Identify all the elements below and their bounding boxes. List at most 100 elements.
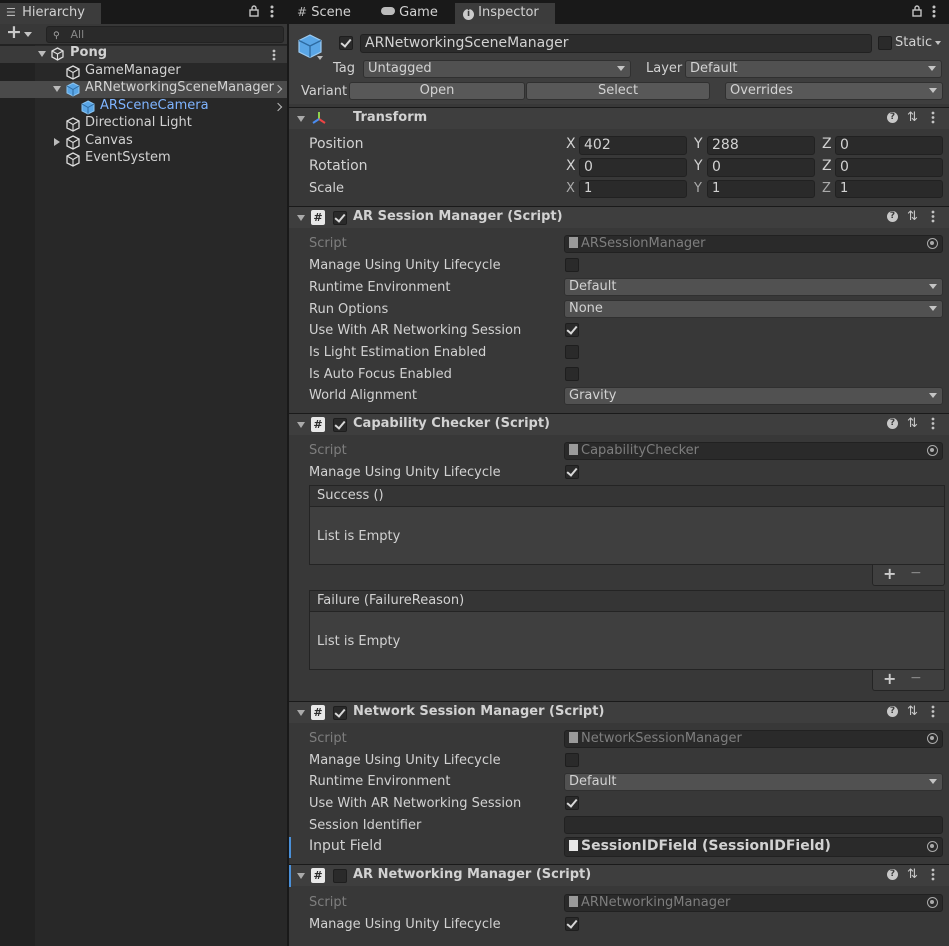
script-object-field[interactable]: ARNetworkingManager	[564, 894, 943, 912]
hierarchy-item-directional-light[interactable]: Directional Light	[0, 115, 287, 133]
collapse-arrow-icon[interactable]	[297, 215, 305, 221]
scene-kebab-icon[interactable]	[272, 49, 276, 65]
icon-dropdown-arrow-icon[interactable]	[317, 56, 323, 60]
runtime-dropdown[interactable]: Default	[564, 278, 943, 296]
object-picker-icon[interactable]	[927, 445, 938, 456]
component-kebab-icon[interactable]	[931, 417, 935, 434]
hierarchy-search-input[interactable]: ⚲ All	[46, 26, 284, 43]
scene-row[interactable]: Pong	[0, 45, 287, 65]
hierarchy-item-eventsystem[interactable]: EventSystem	[0, 150, 287, 168]
axis-z-label[interactable]: Z	[822, 136, 832, 152]
create-dropdown-button[interactable]: +	[6, 21, 36, 43]
overrides-dropdown[interactable]: Overrides	[725, 82, 943, 100]
axis-y-label[interactable]: Y	[694, 181, 702, 196]
collapse-arrow-icon[interactable]	[297, 873, 305, 879]
chevron-right-icon[interactable]	[273, 102, 283, 112]
world-alignment-dropdown[interactable]: Gravity	[564, 387, 943, 405]
collapse-arrow-icon[interactable]	[297, 710, 305, 716]
component-enabled-checkbox[interactable]	[333, 418, 347, 432]
tab-scene[interactable]: # Scene	[289, 3, 367, 24]
use-with-checkbox[interactable]	[565, 323, 579, 337]
select-prefab-button[interactable]: Select	[526, 82, 710, 100]
input-field-object[interactable]: SessionIDField (SessionIDField)	[564, 837, 943, 857]
capability-checker-header[interactable]: # Capability Checker (Script) ? ⇅	[289, 413, 949, 435]
script-object-field[interactable]: CapabilityChecker	[564, 442, 943, 460]
kebab-menu-icon[interactable]	[932, 5, 936, 22]
remove-element-button[interactable]: −	[910, 565, 922, 581]
position-y-field[interactable]: 288	[707, 136, 815, 155]
rotation-y-field[interactable]: 0	[707, 158, 815, 177]
preset-sliders-icon[interactable]: ⇅	[907, 416, 918, 431]
collapsed-arrow-icon[interactable]	[54, 138, 60, 146]
add-element-button[interactable]: +	[883, 669, 896, 688]
hierarchy-item-arscenecamera[interactable]: ARSceneCamera	[0, 98, 287, 116]
lock-icon[interactable]	[249, 5, 259, 17]
component-kebab-icon[interactable]	[931, 210, 935, 227]
preset-sliders-icon[interactable]: ⇅	[907, 867, 918, 882]
scale-z-field[interactable]: 1	[835, 180, 943, 198]
session-id-field[interactable]	[564, 816, 943, 834]
active-checkbox[interactable]	[339, 36, 353, 50]
lock-icon[interactable]	[912, 5, 922, 21]
preset-sliders-icon[interactable]: ⇅	[907, 209, 918, 224]
ar-networking-manager-header[interactable]: # AR Networking Manager (Script) ? ⇅	[289, 864, 949, 887]
tab-game[interactable]: Game	[373, 3, 453, 24]
expand-arrow-icon[interactable]	[53, 86, 61, 92]
object-picker-icon[interactable]	[927, 897, 938, 908]
collapse-arrow-icon[interactable]	[297, 116, 305, 122]
chevron-right-icon[interactable]	[273, 84, 283, 94]
preset-sliders-icon[interactable]: ⇅	[907, 110, 918, 125]
component-enabled-checkbox[interactable]	[333, 869, 347, 883]
scale-y-field[interactable]: 1	[707, 180, 815, 198]
manage-checkbox[interactable]	[565, 753, 579, 767]
axis-x-label[interactable]: X	[566, 158, 576, 174]
object-picker-icon[interactable]	[927, 733, 938, 744]
transform-header[interactable]: Transform ? ⇅	[289, 107, 949, 129]
component-enabled-checkbox[interactable]	[333, 211, 347, 225]
axis-x-label[interactable]: X	[566, 136, 576, 152]
manage-checkbox[interactable]	[565, 917, 579, 931]
hierarchy-item-arnetworkingscenemanager[interactable]: ARNetworkingSceneManager	[0, 80, 287, 98]
help-icon[interactable]: ?	[887, 418, 898, 429]
open-prefab-button[interactable]: Open	[349, 82, 525, 100]
component-enabled-checkbox[interactable]	[333, 706, 347, 720]
layer-dropdown[interactable]: Default	[685, 60, 942, 78]
scale-x-field[interactable]: 1	[579, 180, 687, 198]
help-icon[interactable]: ?	[887, 112, 898, 123]
network-session-manager-header[interactable]: # Network Session Manager (Script) ? ⇅	[289, 701, 949, 723]
runtime-dropdown[interactable]: Default	[564, 773, 943, 791]
use-with-checkbox[interactable]	[565, 796, 579, 810]
component-kebab-icon[interactable]	[931, 111, 935, 128]
tag-dropdown[interactable]: Untagged	[363, 60, 631, 78]
ar-session-manager-header[interactable]: # AR Session Manager (Script) ? ⇅	[289, 206, 949, 228]
script-object-field[interactable]: ARSessionManager	[564, 235, 943, 253]
object-name-field[interactable]: ARNetworkingSceneManager	[360, 34, 872, 53]
manage-checkbox[interactable]	[565, 258, 579, 272]
autofocus-checkbox[interactable]	[565, 367, 579, 381]
manage-checkbox[interactable]	[565, 465, 579, 479]
rotation-x-field[interactable]: 0	[579, 158, 687, 177]
remove-element-button[interactable]: −	[910, 670, 922, 686]
static-checkbox[interactable]	[878, 36, 892, 50]
axis-z-label[interactable]: Z	[822, 158, 832, 174]
axis-z-label[interactable]: Z	[822, 181, 831, 196]
expand-arrow-icon[interactable]	[38, 51, 46, 57]
hierarchy-item-canvas[interactable]: Canvas	[0, 133, 287, 151]
hierarchy-item-gamemanager[interactable]: GameManager	[0, 63, 287, 81]
object-picker-icon[interactable]	[927, 238, 938, 249]
component-kebab-icon[interactable]	[931, 868, 935, 885]
static-dropdown-arrow-icon[interactable]	[935, 41, 941, 45]
preset-sliders-icon[interactable]: ⇅	[907, 704, 918, 719]
collapse-arrow-icon[interactable]	[297, 422, 305, 428]
axis-y-label[interactable]: Y	[694, 136, 703, 152]
add-element-button[interactable]: +	[883, 564, 896, 583]
position-x-field[interactable]: 402	[579, 136, 687, 155]
help-icon[interactable]: ?	[887, 869, 898, 880]
tab-inspector[interactable]: i Inspector	[455, 3, 555, 24]
rotation-z-field[interactable]: 0	[835, 158, 943, 177]
help-icon[interactable]: ?	[887, 706, 898, 717]
component-kebab-icon[interactable]	[931, 705, 935, 722]
run-options-dropdown[interactable]: None	[564, 300, 943, 318]
axis-x-label[interactable]: X	[566, 181, 575, 196]
kebab-menu-icon[interactable]	[270, 5, 274, 18]
